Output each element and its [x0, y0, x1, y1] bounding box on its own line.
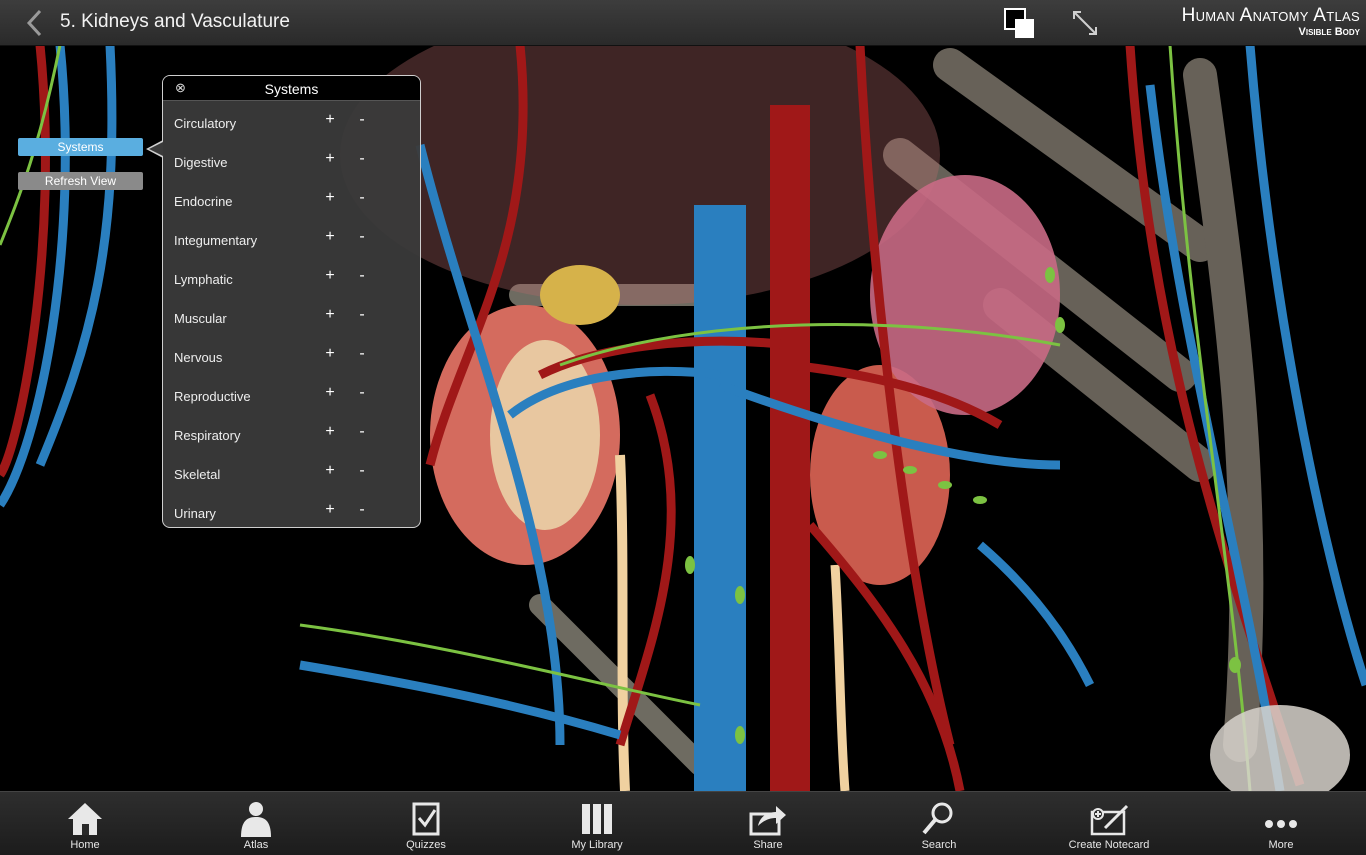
toolbar-label: Quizzes — [406, 839, 446, 851]
remove-system-button[interactable]: - — [356, 267, 368, 285]
system-row-lymphatic: Lymphatic + - — [163, 257, 420, 296]
back-button[interactable] — [24, 9, 46, 37]
toolbar-home[interactable]: Home — [30, 792, 140, 855]
toolbar-atlas[interactable]: Atlas — [201, 792, 311, 855]
add-system-button[interactable]: + — [323, 228, 337, 246]
remove-system-button[interactable]: - — [356, 462, 368, 480]
systems-list: Circulatory + - Digestive + - Endocrine + - Integ… — [163, 101, 420, 527]
toolbar-search[interactable]: Search — [884, 792, 994, 855]
add-system-button[interactable]: + — [323, 423, 337, 441]
expand-icon — [1073, 11, 1097, 35]
share-icon — [749, 806, 786, 836]
remove-system-button[interactable]: - — [356, 384, 368, 402]
remove-system-button[interactable]: - — [356, 423, 368, 441]
system-label: Skeletal — [174, 467, 221, 482]
system-label: Integumentary — [174, 233, 258, 248]
add-system-button[interactable]: + — [323, 267, 337, 285]
systems-panel-title: Systems — [264, 81, 319, 97]
toolbar-label: Atlas — [243, 839, 269, 851]
library-icon — [582, 804, 612, 834]
toolbar-share[interactable]: Share — [713, 792, 823, 855]
atlas-icon — [241, 802, 271, 837]
top-bar: 5. Kidneys and Vasculature Human Anatomy… — [0, 0, 1366, 46]
chevron-left-icon — [26, 9, 42, 37]
system-row-respiratory: Respiratory + - — [163, 413, 420, 452]
system-row-muscular: Muscular + - — [163, 296, 420, 335]
toolbar-create-notecard[interactable]: Create Notecard — [1054, 792, 1164, 855]
system-label: Urinary — [174, 506, 216, 521]
page-title: 5. Kidneys and Vasculature — [60, 11, 290, 32]
notecard-icon — [1090, 804, 1129, 836]
brand-subtitle: Visible Body — [1298, 26, 1360, 38]
system-label: Muscular — [174, 311, 227, 326]
remove-system-button[interactable]: - — [356, 306, 368, 324]
add-system-button[interactable]: + — [323, 111, 337, 129]
system-label: Nervous — [174, 350, 223, 365]
systems-panel-header: ⊗ Systems — [163, 76, 420, 101]
systems-button[interactable]: Systems — [18, 138, 143, 156]
system-label: Reproductive — [174, 389, 251, 404]
remove-system-button[interactable]: - — [356, 345, 368, 363]
brand-logo: Human Anatomy Atlas Visible Body — [1181, 5, 1360, 39]
add-system-button[interactable]: + — [323, 462, 337, 480]
toolbar-quizzes[interactable]: Quizzes — [371, 792, 481, 855]
toolbar-more[interactable]: More — [1226, 792, 1336, 855]
quizzes-icon — [412, 802, 440, 836]
add-system-button[interactable]: + — [323, 306, 337, 324]
add-system-button[interactable]: + — [323, 384, 337, 402]
remove-system-button[interactable]: - — [356, 501, 368, 519]
toolbar-label: Share — [753, 839, 783, 851]
system-row-skeletal: Skeletal + - — [163, 452, 420, 491]
search-icon — [922, 802, 953, 835]
refresh-view-button[interactable]: Refresh View — [18, 172, 143, 190]
system-label: Lymphatic — [174, 272, 233, 287]
system-row-circulatory: Circulatory + - — [163, 101, 420, 140]
system-row-urinary: Urinary + - — [163, 491, 420, 527]
toolbar-label: Search — [921, 839, 957, 851]
home-icon — [68, 803, 102, 835]
system-label: Respiratory — [174, 428, 241, 443]
fullscreen-button[interactable] — [1070, 8, 1100, 38]
system-row-digestive: Digestive + - — [163, 140, 420, 179]
more-icon — [1265, 820, 1297, 828]
system-row-reproductive: Reproductive + - — [163, 374, 420, 413]
system-row-integumentary: Integumentary + - — [163, 218, 420, 257]
system-row-nervous: Nervous + - — [163, 335, 420, 374]
system-row-endocrine: Endocrine + - — [163, 179, 420, 218]
add-system-button[interactable]: + — [323, 501, 337, 519]
brand-title: Human Anatomy Atlas — [1181, 5, 1360, 26]
bottom-toolbar: Home Atlas Quizzes My Library Share Sear… — [0, 791, 1366, 855]
toolbar-my-library[interactable]: My Library — [542, 792, 652, 855]
toolbar-label: More — [1268, 839, 1294, 851]
toolbar-label: Create Notecard — [1068, 839, 1150, 851]
background-color-toggle[interactable] — [1004, 8, 1036, 38]
add-system-button[interactable]: + — [323, 345, 337, 363]
system-label: Endocrine — [174, 194, 233, 209]
toolbar-label: My Library — [571, 839, 623, 851]
system-label: Circulatory — [174, 116, 237, 131]
systems-panel: ⊗ Systems Circulatory + - Digestive + - Endocr… — [162, 75, 421, 528]
remove-system-button[interactable]: - — [356, 228, 368, 246]
remove-system-button[interactable]: - — [356, 189, 368, 207]
add-system-button[interactable]: + — [323, 150, 337, 168]
add-system-button[interactable]: + — [323, 189, 337, 207]
remove-system-button[interactable]: - — [356, 150, 368, 168]
toolbar-label: Home — [70, 839, 100, 851]
system-label: Digestive — [174, 155, 228, 170]
remove-system-button[interactable]: - — [356, 111, 368, 129]
